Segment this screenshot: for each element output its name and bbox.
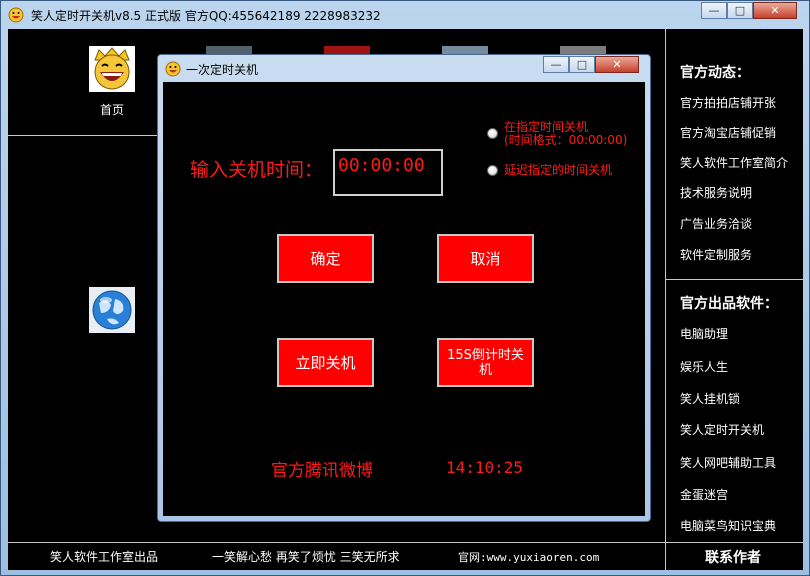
time-input-value: 00:00:00	[338, 155, 425, 176]
dialog-content: 输入关机时间： 00:00:00 在指定时间关机 (时间格式：00:00:00)…	[163, 82, 645, 516]
shutdown-now-button[interactable]: 立即关机	[277, 338, 374, 387]
footer-divider	[8, 542, 803, 543]
main-titlebar[interactable]: 笑人定时开关机v8.5 正式版 官方QQ:455642189 222898323…	[1, 1, 809, 29]
news-link[interactable]: 笑人软件工作室简介	[680, 154, 788, 171]
globe-icon[interactable]	[89, 287, 135, 333]
product-link[interactable]: 笑人挂机锁	[680, 390, 740, 407]
minimize-button[interactable]: —	[701, 2, 727, 19]
website-link[interactable]: 官网:www.yuxiaoren.com	[458, 549, 599, 565]
confirm-button[interactable]: 确定	[277, 234, 374, 283]
app-face-icon	[8, 7, 24, 23]
footer-studio: 笑人软件工作室出品	[50, 550, 159, 564]
countdown-shutdown-button[interactable]: 15S倒计时关机	[437, 338, 534, 387]
product-link[interactable]: 笑人定时开关机	[680, 421, 764, 438]
product-link[interactable]: 金蛋迷宫	[680, 486, 728, 503]
app-face-icon	[165, 61, 181, 77]
news-link[interactable]: 技术服务说明	[680, 184, 752, 201]
radio-shutdown-at-time[interactable]	[487, 128, 498, 139]
radio-delay-shutdown-label[interactable]: 延迟指定的时间关机	[504, 164, 612, 177]
shutdown-dialog: 一次定时关机 — □ ✕ 输入关机时间： 00:00:00 在指定时间关机 (时…	[157, 54, 651, 522]
cancel-button[interactable]: 取消	[437, 234, 534, 283]
sidebar-divider	[665, 29, 666, 570]
maximize-button[interactable]: □	[727, 2, 753, 19]
close-button[interactable]: ✕	[753, 2, 797, 19]
news-link[interactable]: 官方淘宝店铺促销	[680, 124, 776, 141]
news-link[interactable]: 官方拍拍店铺开张	[680, 94, 776, 111]
news-link[interactable]: 软件定制服务	[680, 246, 752, 263]
current-time: 14:10:25	[446, 458, 524, 477]
window-title: 笑人定时开关机v8.5 正式版 官方QQ:455642189 222898323…	[31, 9, 381, 23]
product-link[interactable]: 电脑菜鸟知识宝典	[680, 517, 776, 534]
footer-slogan: 一笑解心愁 再笑了烦忧 三笑无所求	[212, 550, 400, 564]
dialog-title: 一次定时关机	[186, 63, 259, 77]
products-heading: 官方出品软件：	[680, 296, 778, 312]
radio-delay-shutdown[interactable]	[487, 165, 498, 176]
divider	[665, 279, 803, 280]
product-link[interactable]: 笑人网吧辅助工具	[680, 454, 776, 471]
divider	[8, 135, 158, 136]
product-link[interactable]: 娱乐人生	[680, 358, 728, 375]
weibo-link[interactable]: 官方腾讯微博	[271, 456, 373, 481]
time-label: 输入关机时间：	[190, 159, 324, 181]
time-input[interactable]: 00:00:00	[333, 149, 443, 196]
home-label[interactable]: 首页	[90, 101, 134, 118]
news-link[interactable]: 广告业务洽谈	[680, 215, 752, 232]
dialog-minimize-button[interactable]: —	[543, 56, 569, 73]
dialog-maximize-button[interactable]: □	[569, 56, 595, 73]
dialog-close-button[interactable]: ✕	[595, 56, 639, 73]
contact-author-link[interactable]: 联系作者	[705, 547, 761, 567]
news-heading: 官方动态：	[680, 65, 750, 81]
product-link[interactable]: 电脑助理	[680, 325, 728, 342]
laughing-face-icon[interactable]	[89, 46, 135, 92]
radio-shutdown-at-time-label[interactable]: 在指定时间关机 (时间格式：00:00:00)	[504, 121, 627, 147]
